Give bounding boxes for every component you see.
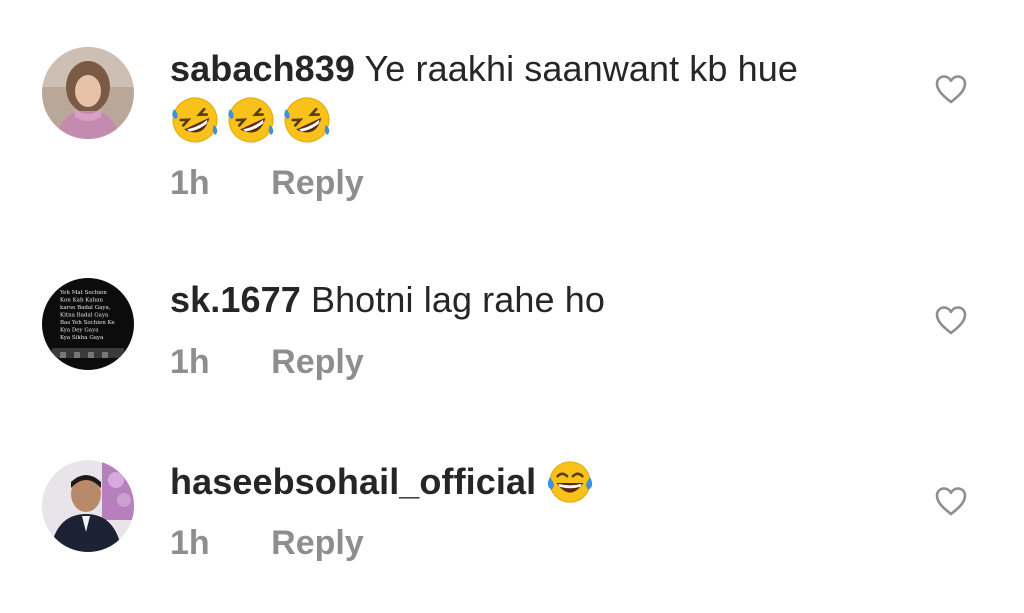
comment-body: sk.1677 Bhotni lag rahe ho [170, 278, 910, 322]
avatar[interactable] [42, 460, 134, 552]
comment-timestamp: 1h [170, 164, 210, 202]
heart-outline-icon[interactable] [934, 304, 968, 336]
comment-username[interactable]: sk.1677 [170, 279, 301, 320]
comment-username[interactable]: haseebsohail_official [170, 460, 536, 504]
comment-body: haseebsohail_official [170, 458, 910, 506]
emoji-row [170, 95, 910, 145]
avatar[interactable]: Yeh Mat Sochien Kon Kab Kahan karse Badal … [42, 278, 134, 370]
comment-item: sabach839 Ye raakhi saanwant kb hue 1h R… [0, 0, 1024, 230]
rolling-on-floor-laughing-icon [228, 97, 274, 143]
comment-meta: 1h Reply [170, 343, 364, 382]
heart-outline-icon[interactable] [934, 73, 968, 105]
avatar-caption-line: Yeh Mat Sochien [59, 290, 107, 296]
comment-text-line: haseebsohail_official [170, 458, 910, 506]
rolling-on-floor-laughing-icon [172, 97, 218, 143]
avatar[interactable] [42, 47, 134, 139]
comment-text-line: sabach839 Ye raakhi saanwant kb hue [170, 47, 910, 91]
avatar-caption-line: Bas Yeh Sochien Ke [60, 320, 115, 326]
avatar-caption-line: Kon Kab Kahan [60, 298, 103, 304]
reply-button[interactable]: Reply [271, 524, 364, 562]
face-with-tears-of-joy-icon [548, 461, 593, 503]
comment-timestamp: 1h [170, 343, 210, 381]
avatar-caption-line: Kya Sikha Gaya [60, 335, 104, 341]
reply-button[interactable]: Reply [271, 343, 364, 381]
rolling-on-floor-laughing-icon [284, 97, 330, 143]
comment-item: Yeh Mat Sochien Kon Kab Kahan karse Badal … [0, 230, 1024, 430]
reply-button[interactable]: Reply [271, 164, 364, 202]
avatar-caption-line: Kya Dey Gaya [60, 328, 99, 334]
comment-username[interactable]: sabach839 [170, 48, 355, 89]
comment-text: Ye raakhi saanwant kb hue [364, 48, 798, 89]
avatar-caption-line: Kitna Badal Gaya [60, 313, 109, 319]
comment-body: sabach839 Ye raakhi saanwant kb hue [170, 47, 910, 145]
comment-item: haseebsohail_official 1h Reply [0, 410, 1024, 613]
heart-outline-icon[interactable] [934, 485, 968, 517]
comment-text: Bhotni lag rahe ho [310, 279, 605, 320]
comment-timestamp: 1h [170, 524, 210, 562]
comment-text-line: sk.1677 Bhotni lag rahe ho [170, 278, 910, 322]
avatar-caption-line: karse Badal Gaya, [60, 305, 111, 311]
comment-meta: 1h Reply [170, 524, 364, 563]
comment-meta: 1h Reply [170, 164, 364, 203]
